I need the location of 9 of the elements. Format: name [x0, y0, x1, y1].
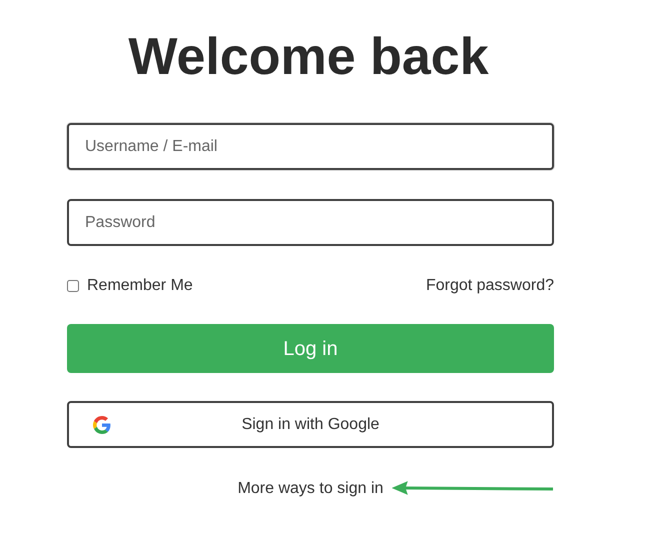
remember-label: Remember Me: [87, 276, 193, 296]
page-title: Welcome back: [128, 27, 489, 88]
google-signin-button[interactable]: Sign in with Google: [67, 401, 554, 448]
forgot-password-link[interactable]: Forgot password?: [426, 274, 554, 298]
input-field[interactable]: Password: [67, 199, 554, 246]
more-ways-link[interactable]: More ways to sign in: [238, 477, 384, 501]
input-field[interactable]: Username / E-mail: [67, 123, 554, 170]
remember-checkbox[interactable]: [67, 280, 79, 292]
google-g-icon: [93, 416, 111, 434]
